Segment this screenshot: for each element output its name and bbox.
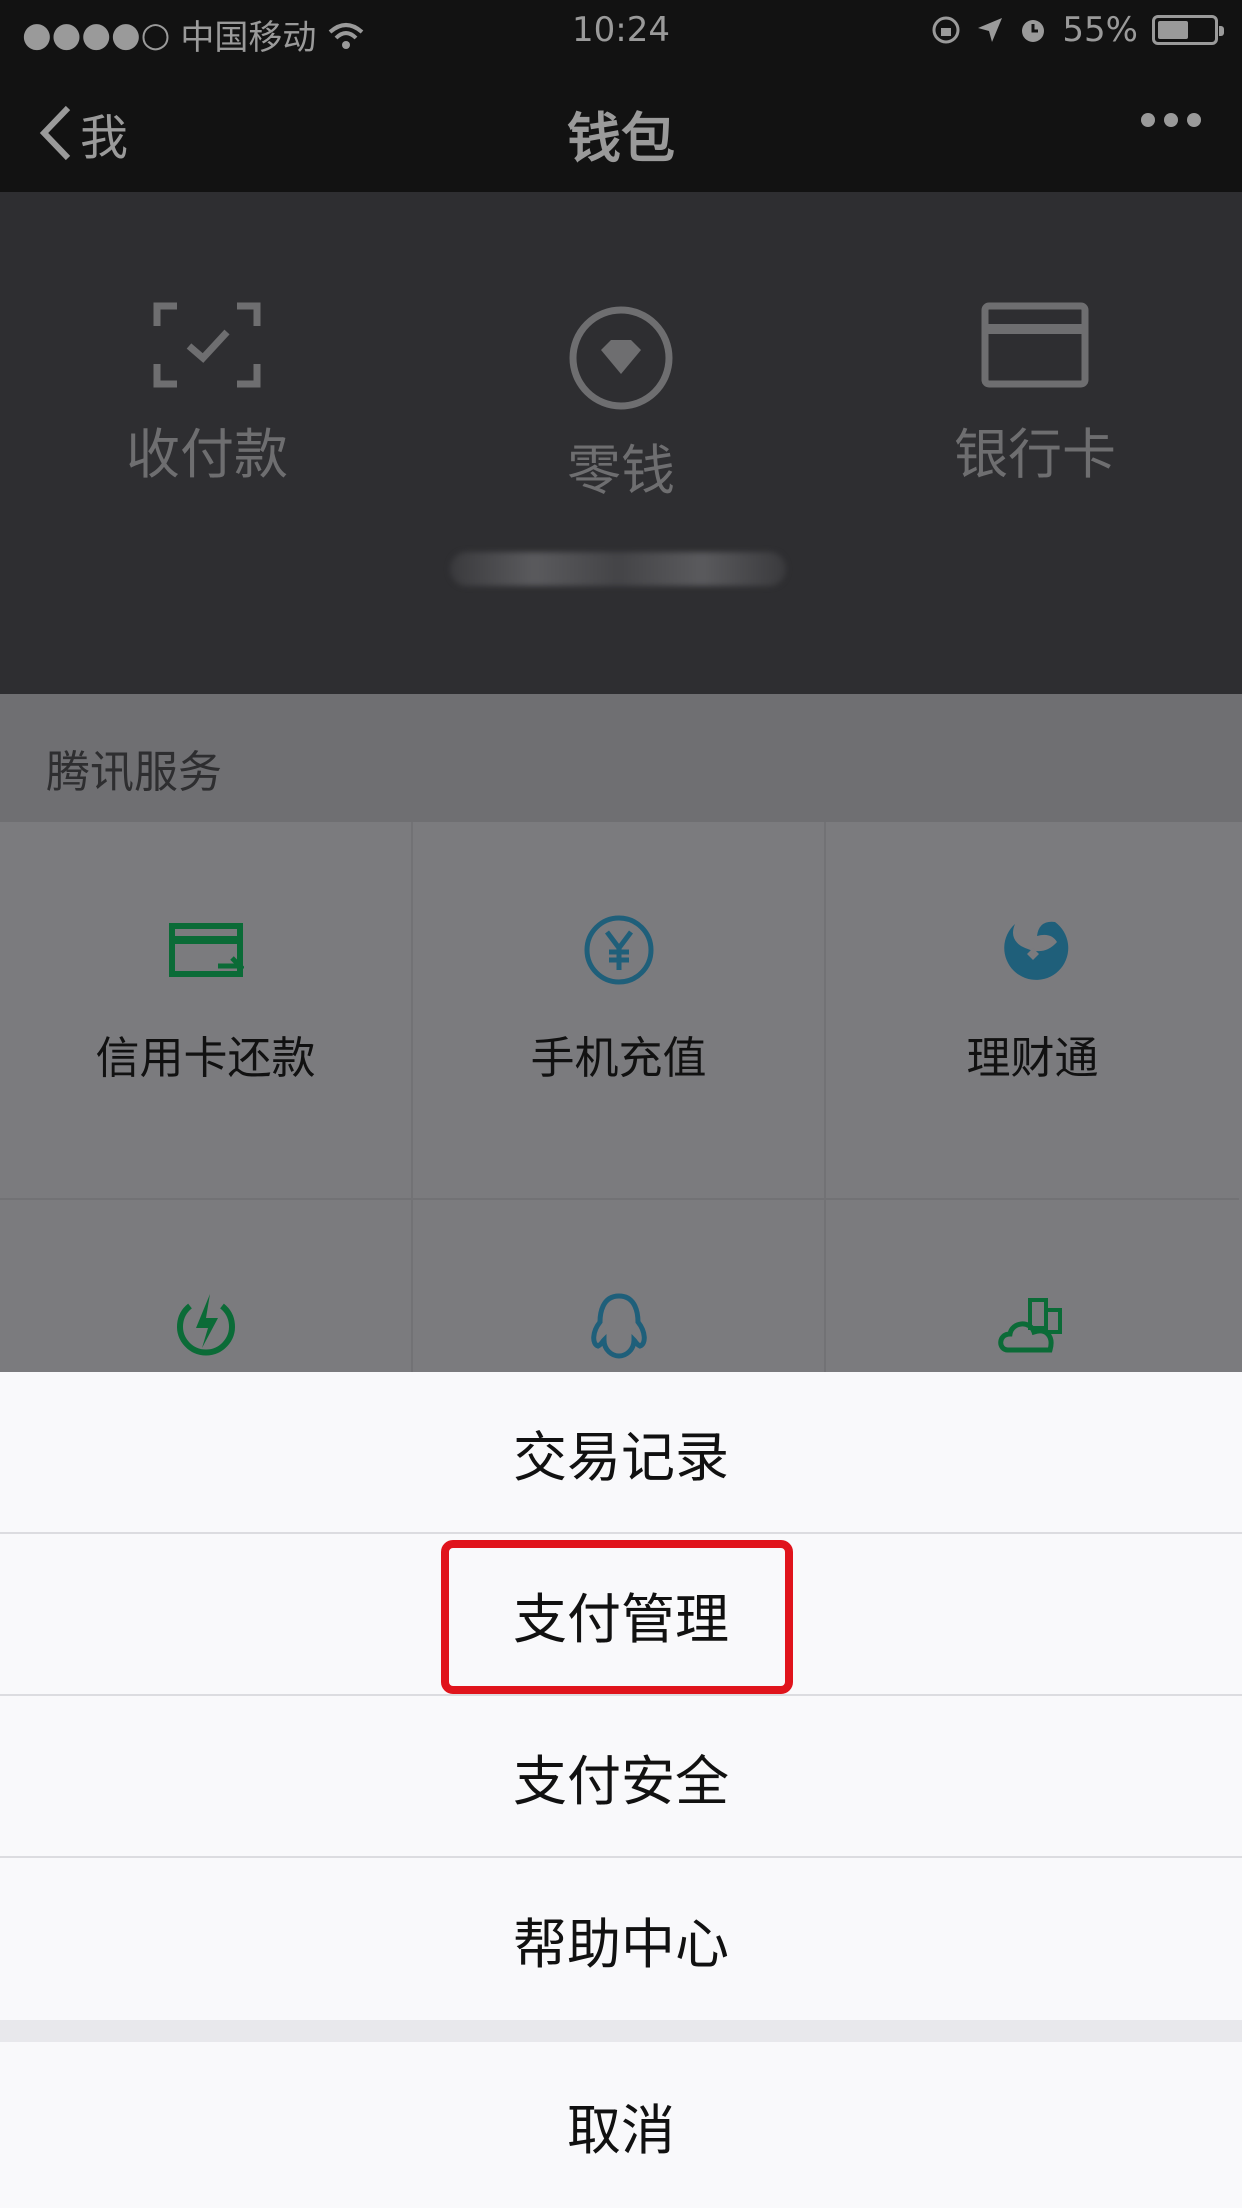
cancel-button[interactable]: 取消 [0, 2042, 1242, 2208]
wallet-item-label: 银行卡 [954, 423, 1116, 486]
location-icon [978, 18, 1003, 42]
menu-item-transactions[interactable]: 交易记录 [0, 1372, 1242, 1534]
wallet-item-pay[interactable]: 收付款 [0, 302, 414, 489]
diamond-coin-icon [569, 306, 673, 410]
credit-card-icon [168, 923, 244, 977]
lightning-icon [176, 1294, 235, 1356]
service-label: 手机充值 [530, 1033, 707, 1084]
battery-percent: 55% [1062, 10, 1138, 50]
menu-item-payment-management[interactable]: 支付管理 [0, 1534, 1242, 1696]
service-label: 信用卡还款 [95, 1033, 316, 1084]
alarm-icon [1022, 20, 1045, 42]
yen-coin-icon [584, 915, 653, 985]
blurred-balance [450, 552, 786, 586]
cancel-label: 取消 [567, 2098, 675, 2162]
wallet-header: 收付款 零钱 银行卡 [0, 192, 1242, 694]
page-title: 钱包 [567, 107, 675, 170]
menu-item-label: 支付安全 [513, 1749, 729, 1813]
city-cloud-icon [997, 1298, 1062, 1353]
wallet-item-bankcard[interactable]: 银行卡 [828, 302, 1242, 489]
menu-item-label: 支付管理 [513, 1587, 729, 1651]
wallet-item-label: 零钱 [567, 439, 675, 502]
scan-pay-icon [153, 302, 261, 388]
menu-item-label: 交易记录 [513, 1425, 729, 1489]
action-sheet: 交易记录 支付管理 支付安全 帮助中心 取消 [0, 1372, 1242, 2208]
nav-bar: 我 钱包 [0, 62, 1242, 192]
more-dots-icon[interactable] [1140, 110, 1202, 130]
menu-item-help-center[interactable]: 帮助中心 [0, 1858, 1242, 2020]
battery-icon [1152, 15, 1224, 45]
service-label: 理财通 [966, 1033, 1099, 1084]
services-title: 腾讯服务 [0, 694, 1242, 822]
services-grid: 信用卡还款 手机充值 理财通 [0, 822, 1242, 1578]
menu-item-label: 帮助中心 [513, 1912, 729, 1976]
menu-item-payment-security[interactable]: 支付安全 [0, 1696, 1242, 1858]
licaitong-icon [1003, 921, 1068, 980]
battery-fill [1158, 21, 1188, 39]
wallet-item-label: 收付款 [126, 423, 288, 486]
service-credit-card[interactable]: 信用卡还款 [0, 822, 413, 1200]
wallet-item-change[interactable]: 零钱 [414, 304, 828, 505]
orientation-lock-icon [932, 16, 960, 44]
bank-card-icon [981, 302, 1089, 388]
status-bar: ●●●●○ 中国移动 10:24 55% [0, 0, 1242, 62]
qq-penguin-icon [590, 1293, 647, 1359]
service-licaitong[interactable]: 理财通 [826, 822, 1239, 1200]
service-mobile-topup[interactable]: 手机充值 [413, 822, 826, 1200]
